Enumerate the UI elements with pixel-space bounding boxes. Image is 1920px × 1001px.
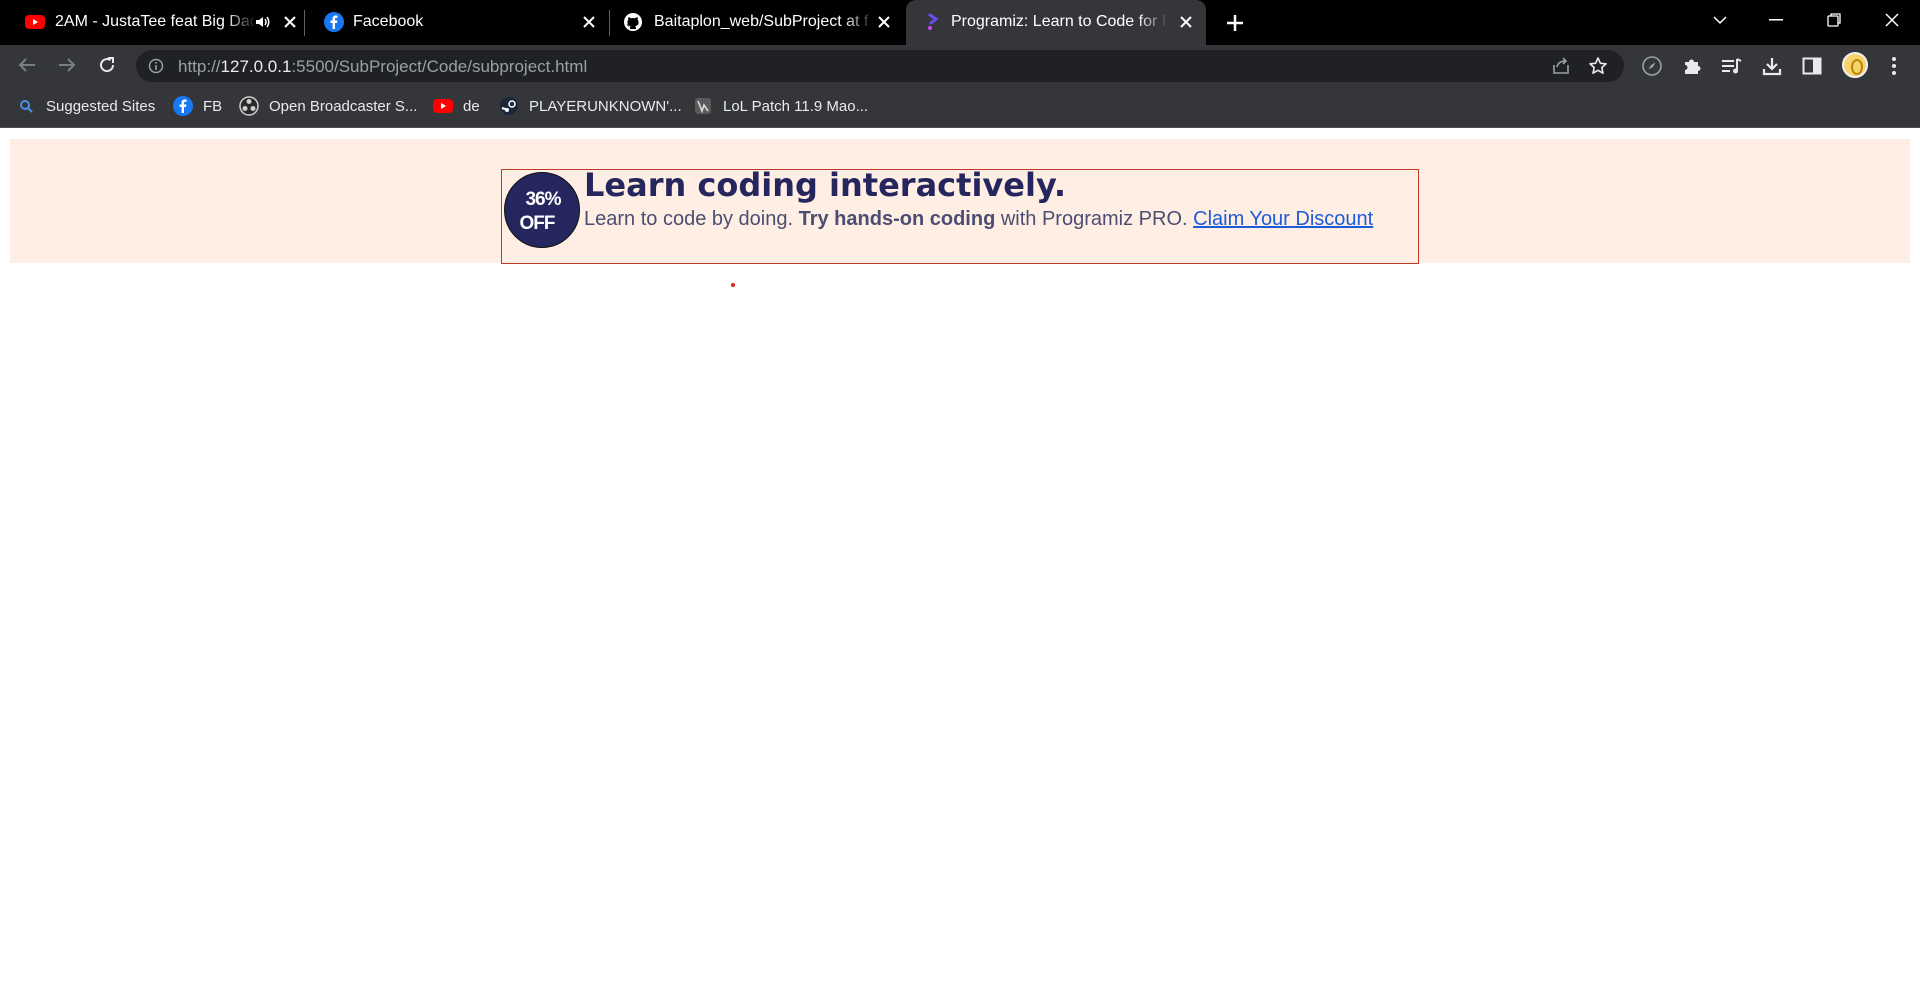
bookmark-pubg[interactable]: PLAYERUNKNOWN'...: [499, 95, 682, 117]
facebook-icon: [323, 11, 345, 33]
url-path: :5500/SubProject/Code/subproject.html: [291, 57, 588, 76]
bookmark-label: de: [463, 97, 480, 115]
steam-icon: [499, 96, 519, 116]
programiz-icon: [922, 11, 944, 33]
share-icon[interactable]: [1550, 55, 1572, 77]
promo-headline: Learn coding interactively.: [584, 166, 1067, 204]
bookmark-label: Suggested Sites: [46, 97, 156, 115]
promo-subline: Learn to code by doing. Try hands-on cod…: [584, 208, 1373, 231]
compass-icon[interactable]: [1639, 53, 1665, 79]
close-window-button[interactable]: [1864, 0, 1920, 40]
url-scheme: http://: [178, 57, 221, 76]
bookmark-label: PLAYERUNKNOWN'...: [529, 97, 682, 115]
forward-button[interactable]: [51, 49, 83, 81]
restore-button[interactable]: [1806, 0, 1862, 40]
bookmark-label: Open Broadcaster S...: [269, 97, 418, 115]
close-icon[interactable]: [279, 11, 301, 33]
tab-search-button[interactable]: [1692, 0, 1748, 40]
obs-icon: [239, 96, 259, 116]
tab-title: 2AM - JustaTee feat Big Daddy: [55, 13, 255, 30]
star-icon[interactable]: [1587, 55, 1609, 77]
tab-title: Baitaplon_web/SubProject at first: [654, 13, 869, 30]
close-icon[interactable]: [1175, 11, 1197, 33]
bookmark-lol-patch[interactable]: LoL Patch 11.9 Mao...: [693, 95, 868, 117]
bookmark-obs[interactable]: Open Broadcaster S...: [239, 95, 417, 117]
bookmark-de[interactable]: de: [433, 95, 480, 117]
new-tab-button[interactable]: [1220, 8, 1250, 38]
side-panel-icon[interactable]: [1799, 53, 1825, 79]
back-button[interactable]: [11, 49, 43, 81]
page-viewport: 36% OFF Learn coding interactively. Lear…: [0, 129, 1920, 1001]
menu-icon[interactable]: [1881, 53, 1907, 79]
tab-programiz[interactable]: Programiz: Learn to Code for Free: [906, 0, 1206, 45]
discount-badge: 36% OFF: [504, 172, 580, 248]
youtube-icon: [433, 96, 453, 116]
bookmark-label: LoL Patch 11.9 Mao...: [723, 97, 869, 115]
subline-bold: Try hands-on coding: [798, 208, 996, 230]
github-icon: [622, 11, 644, 33]
subline-text-2: with Programiz PRO.: [1000, 208, 1188, 230]
bookmark-label: FB: [203, 97, 223, 115]
bookmark-suggested-sites[interactable]: Suggested Sites: [16, 95, 155, 117]
discount-percent: 36%: [525, 189, 561, 210]
url-text[interactable]: http://127.0.0.1:5500/SubProject/Code/su…: [178, 57, 587, 77]
info-icon[interactable]: [148, 58, 164, 74]
tab-title: Programiz: Learn to Code for Free: [951, 13, 1166, 30]
bookmark-fb[interactable]: FB: [173, 95, 222, 117]
claim-discount-link[interactable]: Claim Your Discount: [1193, 208, 1373, 230]
search-icon: [16, 96, 36, 116]
reload-button[interactable]: [91, 49, 123, 81]
url-host: 127.0.0.1: [220, 57, 292, 76]
bookmarks-bar: Suggested Sites FB Open Broadcaster S...…: [0, 85, 1920, 128]
tab-youtube[interactable]: 2AM - JustaTee feat Big Daddy: [0, 0, 305, 45]
browser-toolbar: http://127.0.0.1:5500/SubProject/Code/su…: [0, 45, 1920, 85]
close-icon[interactable]: [873, 11, 895, 33]
download-icon[interactable]: [1759, 53, 1785, 79]
red-dot: [731, 283, 735, 287]
subline-text: Learn to code by doing.: [584, 208, 794, 230]
tab-title-fade: [844, 8, 874, 36]
lol-icon: [693, 96, 713, 116]
tab-github[interactable]: Baitaplon_web/SubProject at first: [610, 0, 905, 45]
address-bar[interactable]: http://127.0.0.1:5500/SubProject/Code/su…: [136, 50, 1624, 82]
tab-facebook[interactable]: Facebook: [305, 0, 610, 45]
promo-box: 36% OFF Learn coding interactively. Lear…: [501, 166, 1419, 264]
facebook-icon: [173, 96, 193, 116]
tab-title-fade: [1138, 8, 1168, 36]
extensions-icon[interactable]: [1679, 53, 1705, 79]
tab-strip: 2AM - JustaTee feat Big Daddy Facebook B…: [0, 0, 1920, 45]
youtube-icon: [24, 11, 46, 33]
discount-off-label: OFF: [519, 213, 556, 234]
minimize-button[interactable]: [1748, 0, 1804, 40]
close-icon[interactable]: [578, 11, 600, 33]
speaker-icon[interactable]: [252, 11, 274, 33]
profile-avatar[interactable]: [1842, 52, 1868, 78]
tab-title: Facebook: [353, 13, 424, 30]
media-queue-icon[interactable]: [1719, 53, 1745, 79]
